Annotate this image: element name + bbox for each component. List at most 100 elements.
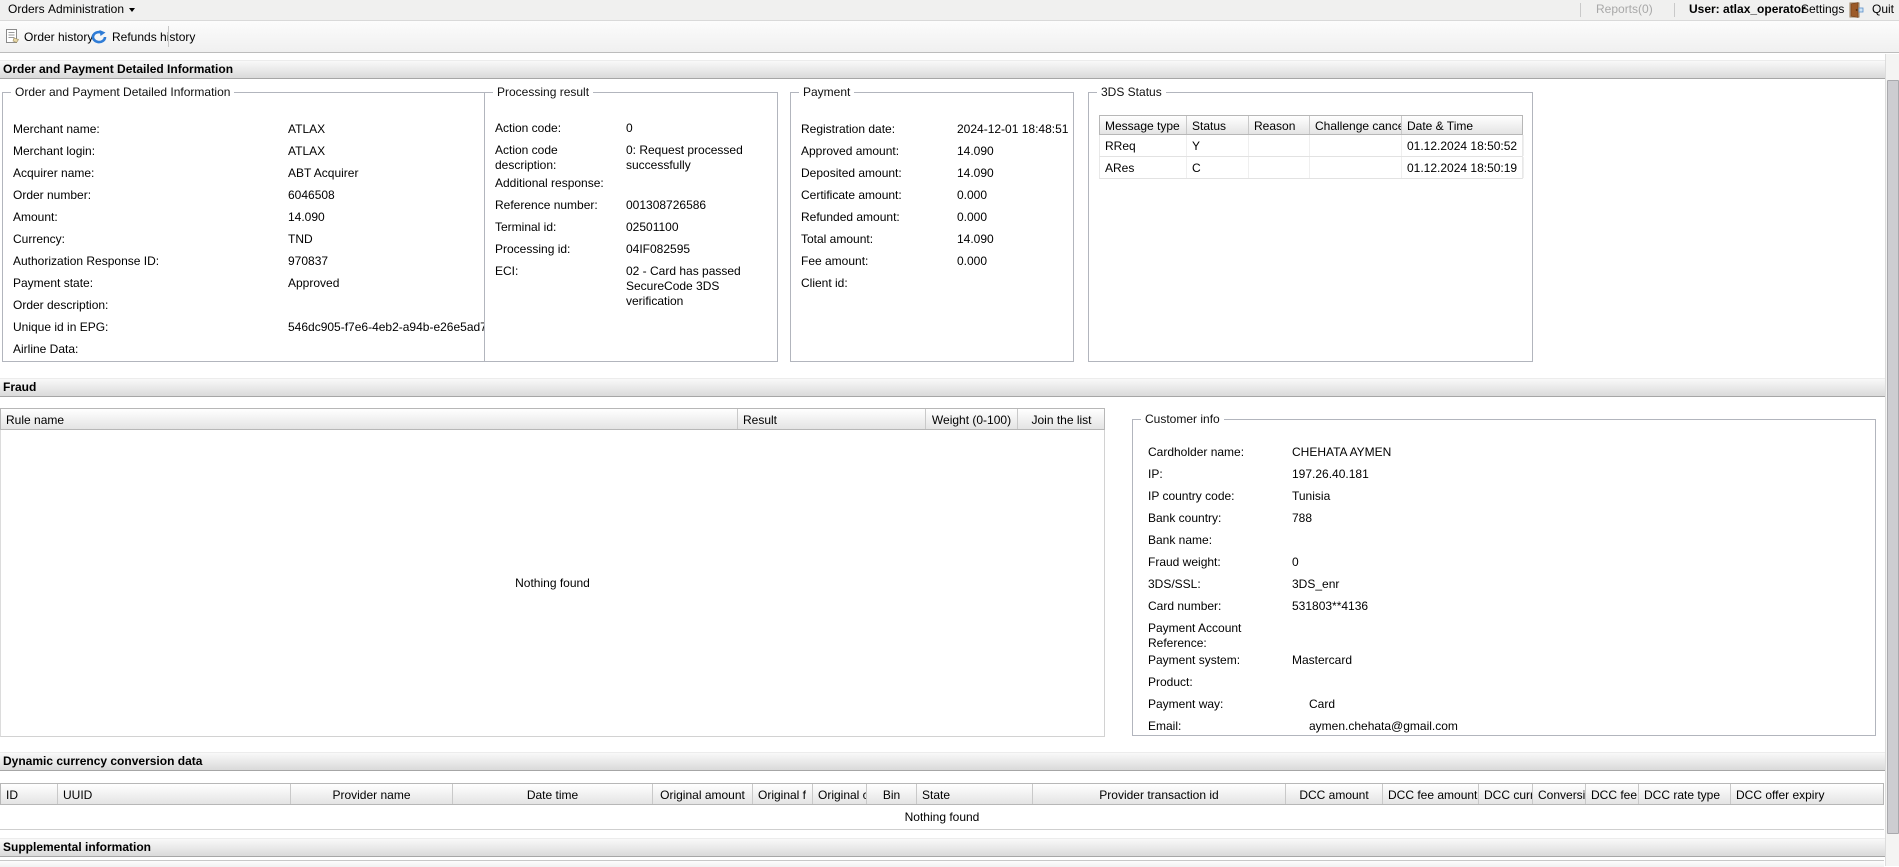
- field-label: Additional response:: [495, 176, 604, 190]
- table-cell: C: [1187, 157, 1249, 178]
- table-cell: Y: [1187, 135, 1249, 156]
- column-header[interactable]: Weight (0-100): [926, 409, 1018, 429]
- field-value: Mastercard: [1292, 653, 1353, 667]
- field-label: Unique id in EPG:: [13, 320, 109, 334]
- menu-administration-label: Administration: [48, 2, 125, 16]
- column-header[interactable]: Provider transaction id: [1033, 784, 1286, 804]
- field-value: [1292, 533, 1871, 555]
- field-value: 531803**4136: [1292, 599, 1369, 613]
- table-cell: ARes: [1100, 157, 1187, 178]
- column-header[interactable]: DCC fee: [1586, 784, 1639, 804]
- field-label: Certificate amount:: [801, 188, 902, 202]
- field-row: IP: 197.26.40.181: [1148, 467, 1871, 489]
- field-label: Payment way:: [1148, 697, 1224, 711]
- field-label: Total amount:: [801, 232, 874, 246]
- tab-refunds-history-label: Refunds history: [112, 29, 196, 44]
- column-header[interactable]: Conversi: [1533, 784, 1586, 804]
- field-row: Cardholder name: CHEHATA AYMEN: [1148, 445, 1871, 467]
- column-header[interactable]: Provider name: [291, 784, 453, 804]
- field-row: Action code description: 0: Request proce…: [495, 143, 773, 176]
- payment-fields: Registration date: 2024-12-01 18:48:51 App…: [791, 93, 1073, 298]
- field-label: Processing id:: [495, 242, 571, 256]
- tab-order-history[interactable]: Order history: [1, 25, 98, 48]
- toolbar-divider: [168, 26, 169, 47]
- table-row[interactable]: ARes C 01.12.2024 18:50:19: [1099, 157, 1524, 179]
- field-value: 14.090: [957, 166, 994, 180]
- field-label: IP country code:: [1148, 489, 1235, 503]
- column-header[interactable]: Original amount: [653, 784, 753, 804]
- column-header[interactable]: Status: [1187, 116, 1249, 134]
- field-value: 02501100: [626, 220, 679, 234]
- field-label: Registration date:: [801, 122, 896, 136]
- field-label: Client id:: [801, 276, 848, 290]
- column-header[interactable]: Bin: [867, 784, 917, 804]
- fraud-empty-text: Nothing found: [515, 576, 590, 590]
- field-label: Order number:: [13, 188, 92, 202]
- dcc-empty-text: Nothing found: [904, 810, 980, 824]
- field-row: Bank country: 788: [1148, 511, 1871, 533]
- column-header[interactable]: DCC fee amount: [1383, 784, 1479, 804]
- field-label: ECI:: [495, 264, 519, 278]
- column-header[interactable]: Challenge cancel: [1310, 116, 1402, 134]
- field-row: Additional response:: [495, 176, 773, 198]
- menu-orders[interactable]: Orders: [4, 0, 49, 20]
- menu-quit[interactable]: Quit: [1868, 0, 1898, 20]
- menu-settings[interactable]: Settings: [1797, 0, 1848, 20]
- field-label: Action code description:: [495, 143, 558, 172]
- field-label: Reference number:: [495, 198, 598, 212]
- field-value: 001308726586: [626, 198, 707, 212]
- threeds-table: Message type Status Reason Challenge cancel…: [1099, 115, 1524, 179]
- field-row: Refunded amount: 0.000: [801, 210, 1069, 232]
- field-label: 3DS/SSL:: [1148, 577, 1201, 591]
- field-value: 788: [1292, 511, 1313, 525]
- field-row: Amount: 14.090: [13, 210, 561, 232]
- column-header[interactable]: Date & Time: [1402, 116, 1522, 134]
- column-header[interactable]: Message type: [1100, 116, 1187, 134]
- column-header[interactable]: DCC amount: [1286, 784, 1383, 804]
- scrollbar-thumb[interactable]: [1887, 80, 1899, 834]
- column-header[interactable]: UUID: [58, 784, 291, 804]
- field-value: 0.000: [957, 188, 988, 202]
- payment-legend: Payment: [799, 85, 855, 99]
- column-header[interactable]: Original f: [753, 784, 813, 804]
- tab-refunds-history[interactable]: Refunds history: [86, 25, 200, 48]
- fraud-section-title: Fraud: [0, 378, 1886, 397]
- field-row: Bank name:: [1148, 533, 1871, 555]
- column-header[interactable]: DCC offer expiry: [1731, 784, 1883, 804]
- table-cell: [1310, 157, 1402, 178]
- field-value: 197.26.40.181: [1292, 467, 1369, 481]
- field-row: ECI: 02 - Card has passed SecureCode 3DS …: [495, 264, 773, 312]
- table-cell: [1249, 135, 1310, 156]
- table-cell: [1249, 157, 1310, 178]
- field-label: Action code:: [495, 121, 562, 135]
- user-label: User: atlax_operator: [1689, 2, 1806, 16]
- field-row: Airline Data:: [13, 342, 561, 364]
- dcc-section-title: Dynamic currency conversion data: [0, 752, 1886, 771]
- threeds-table-header: Message type Status Reason Challenge cancel…: [1099, 115, 1523, 135]
- field-label: Refunded amount:: [801, 210, 900, 224]
- menu-administration[interactable]: Administration: [44, 0, 139, 20]
- column-header[interactable]: Result: [738, 409, 926, 429]
- field-row: Reference number: 001308726586: [495, 198, 773, 220]
- field-label: Currency:: [13, 232, 66, 246]
- field-label: Fee amount:: [801, 254, 869, 268]
- column-header[interactable]: DCC rate type: [1639, 784, 1731, 804]
- column-header[interactable]: Original c: [813, 784, 867, 804]
- column-header[interactable]: State: [917, 784, 1033, 804]
- order-info-fieldset: Order and Payment Detailed Information M…: [2, 85, 566, 364]
- table-row[interactable]: RReq Y 01.12.2024 18:50:52: [1099, 135, 1524, 157]
- menu-reports[interactable]: Reports(0): [1592, 0, 1657, 20]
- column-header[interactable]: Join the list: [1018, 409, 1104, 429]
- field-row: Registration date: 2024-12-01 18:48:51: [801, 122, 1069, 144]
- field-row: Payment state: Approved: [13, 276, 561, 298]
- column-header[interactable]: ID: [1, 784, 58, 804]
- vertical-scrollbar[interactable]: [1885, 54, 1899, 866]
- column-header[interactable]: Rule name: [1, 409, 738, 429]
- field-label: Amount:: [13, 210, 58, 224]
- column-header[interactable]: DCC curr: [1479, 784, 1533, 804]
- field-value: aymen.chehata@gmail.com: [1309, 719, 1458, 733]
- field-row: Total amount: 14.090: [801, 232, 1069, 254]
- column-header[interactable]: Reason: [1249, 116, 1310, 134]
- column-header[interactable]: Date time: [453, 784, 653, 804]
- exit-door-icon[interactable]: [1848, 2, 1864, 18]
